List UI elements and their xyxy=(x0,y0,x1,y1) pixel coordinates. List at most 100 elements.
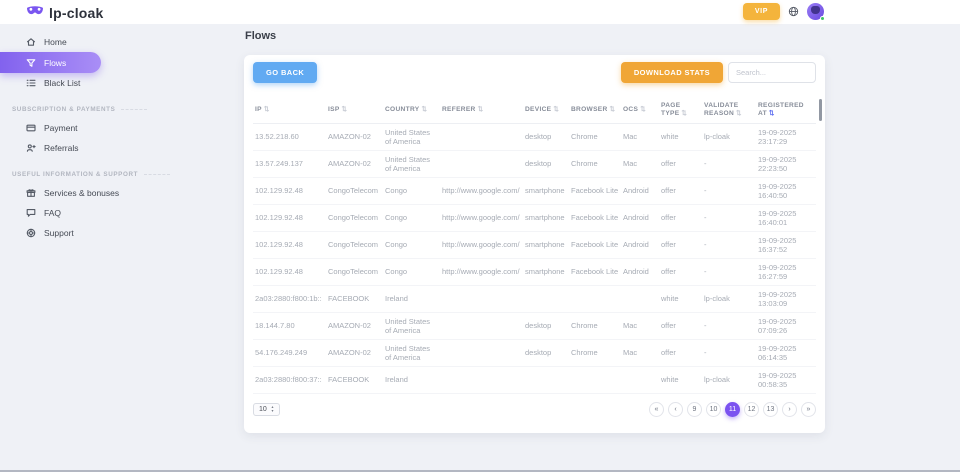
funnel-icon xyxy=(26,58,36,68)
page-button-12[interactable]: 12 xyxy=(744,402,759,417)
column-label: IP xyxy=(255,106,262,113)
cell-page-type: offer xyxy=(659,259,702,286)
column-header-country[interactable]: COUNTRY⇅ xyxy=(383,97,440,124)
sort-icon[interactable]: ⇅ xyxy=(478,106,484,113)
cell-ocs: Android xyxy=(621,205,659,232)
cell-device: desktop xyxy=(523,340,569,367)
cell-referer xyxy=(440,313,523,340)
cell-device: smartphone xyxy=(523,178,569,205)
column-header-registered-at[interactable]: REGISTERED AT⇅ xyxy=(756,97,816,124)
sort-icon[interactable]: ⇅ xyxy=(736,110,742,117)
column-header-referer[interactable]: REFERER⇅ xyxy=(440,97,523,124)
home-icon xyxy=(26,37,36,47)
column-header-ip[interactable]: IP⇅ xyxy=(253,97,326,124)
cell-ip: 2a03:2880:f800:1b:: xyxy=(253,286,326,313)
cell-page-type: white xyxy=(659,286,702,313)
cell-validate-reason: - xyxy=(702,259,756,286)
page-title: Flows xyxy=(245,30,276,42)
page-size-select[interactable]: 10 ▲▼ xyxy=(253,403,280,416)
cell-ip: 13.52.218.60 xyxy=(253,124,326,151)
app-logo[interactable]: lp-cloak xyxy=(26,4,104,22)
online-status-dot xyxy=(820,16,825,21)
column-header-browser[interactable]: BROWSER⇅ xyxy=(569,97,621,124)
sidebar-item-label: FAQ xyxy=(44,208,61,218)
cell-country: Ireland xyxy=(383,286,440,313)
cell-device xyxy=(523,367,569,394)
sort-icon[interactable]: ⇅ xyxy=(610,106,616,113)
list-icon xyxy=(26,78,36,88)
cell-registered-at: 19-09-202522:23:50 xyxy=(756,151,816,178)
cell-validate-reason: lp-cloak xyxy=(702,124,756,151)
user-avatar[interactable] xyxy=(807,3,824,20)
table-row: 13.52.218.60AMAZON-02United States of Am… xyxy=(253,124,816,151)
mask-logo-icon xyxy=(26,4,44,22)
sidebar-item-faq[interactable]: FAQ xyxy=(0,203,233,223)
cell-browser: Chrome xyxy=(569,151,621,178)
sort-icon[interactable]: ⇅ xyxy=(640,106,646,113)
table-row: 13.57.249.137AMAZON-02United States of A… xyxy=(253,151,816,178)
cell-isp: AMAZON-02 xyxy=(326,313,383,340)
language-globe-icon[interactable] xyxy=(788,6,799,17)
download-stats-button[interactable]: DOWNLOAD STATS xyxy=(621,62,723,83)
sidebar-item-support[interactable]: Support xyxy=(0,223,233,243)
avatar-image xyxy=(811,6,820,14)
go-back-button[interactable]: GO BACK xyxy=(253,62,317,83)
credit-card-icon xyxy=(26,123,36,133)
sidebar-item-flows[interactable]: Flows xyxy=(0,52,101,73)
vip-button[interactable]: VIP xyxy=(743,3,780,20)
cell-validate-reason: - xyxy=(702,178,756,205)
cell-validate-reason: lp-cloak xyxy=(702,286,756,313)
column-header-isp[interactable]: ISP⇅ xyxy=(326,97,383,124)
cell-isp: FACEBOOK xyxy=(326,286,383,313)
cell-ip: 102.129.92.48 xyxy=(253,178,326,205)
column-label: ISP xyxy=(328,106,340,113)
page-button-11[interactable]: 11 xyxy=(725,402,740,417)
column-header-ocs[interactable]: OCS⇅ xyxy=(621,97,659,124)
sort-icon[interactable]: ⇅ xyxy=(553,106,559,113)
sidebar-item-black-list[interactable]: Black List xyxy=(0,73,233,93)
table-row: 2a03:2880:f800:1b::FACEBOOKIreland whitel… xyxy=(253,286,816,313)
cell-device: desktop xyxy=(523,151,569,178)
page-button-10[interactable]: 10 xyxy=(706,402,721,417)
last-page-button[interactable]: » xyxy=(801,402,816,417)
cell-ip: 13.57.249.137 xyxy=(253,151,326,178)
cell-isp: AMAZON-02 xyxy=(326,340,383,367)
cell-isp: CongoTelecom xyxy=(326,178,383,205)
page-button-9[interactable]: 9 xyxy=(687,402,702,417)
sidebar-item-home[interactable]: Home xyxy=(0,32,233,52)
cell-page-type: offer xyxy=(659,313,702,340)
sort-icon[interactable]: ⇅ xyxy=(769,110,775,117)
sort-icon[interactable]: ⇅ xyxy=(342,106,348,113)
cell-device: smartphone xyxy=(523,205,569,232)
sort-icon[interactable]: ⇅ xyxy=(264,106,270,113)
sidebar-item-referrals[interactable]: Referrals xyxy=(0,138,233,158)
flows-table: IP⇅ISP⇅COUNTRY⇅REFERER⇅DEVICE⇅BROWSER⇅OC… xyxy=(253,97,816,394)
sidebar-item-payment[interactable]: Payment xyxy=(0,118,233,138)
table-scrollbar-thumb[interactable] xyxy=(819,99,822,121)
cell-isp: CongoTelecom xyxy=(326,232,383,259)
sort-icon[interactable]: ⇅ xyxy=(421,106,427,113)
cell-ocs xyxy=(621,367,659,394)
column-header-page-type[interactable]: PAGE TYPE⇅ xyxy=(659,97,702,124)
cell-browser: Chrome xyxy=(569,313,621,340)
column-label: OCS xyxy=(623,106,638,113)
cell-registered-at: 19-09-202513:03:09 xyxy=(756,286,816,313)
previous-page-button[interactable]: ‹ xyxy=(668,402,683,417)
cell-browser: Chrome xyxy=(569,124,621,151)
search-input[interactable] xyxy=(728,62,816,83)
cell-device: desktop xyxy=(523,124,569,151)
cell-country: United States of America xyxy=(383,340,440,367)
sidebar-item-services-bonuses[interactable]: Services & bonuses xyxy=(0,183,233,203)
column-header-validate-reason[interactable]: VALIDATE REASON⇅ xyxy=(702,97,756,124)
app-logo-text: lp-cloak xyxy=(49,5,104,21)
cell-referer xyxy=(440,124,523,151)
next-page-button[interactable]: › xyxy=(782,402,797,417)
cell-isp: CongoTelecom xyxy=(326,259,383,286)
first-page-button[interactable]: « xyxy=(649,402,664,417)
sort-icon[interactable]: ⇅ xyxy=(681,110,687,117)
column-label: REFERER xyxy=(442,106,476,113)
column-header-device[interactable]: DEVICE⇅ xyxy=(523,97,569,124)
cell-referer: http://www.google.com/ xyxy=(440,205,523,232)
page-button-13[interactable]: 13 xyxy=(763,402,778,417)
sidebar-item-label: Services & bonuses xyxy=(44,188,119,198)
